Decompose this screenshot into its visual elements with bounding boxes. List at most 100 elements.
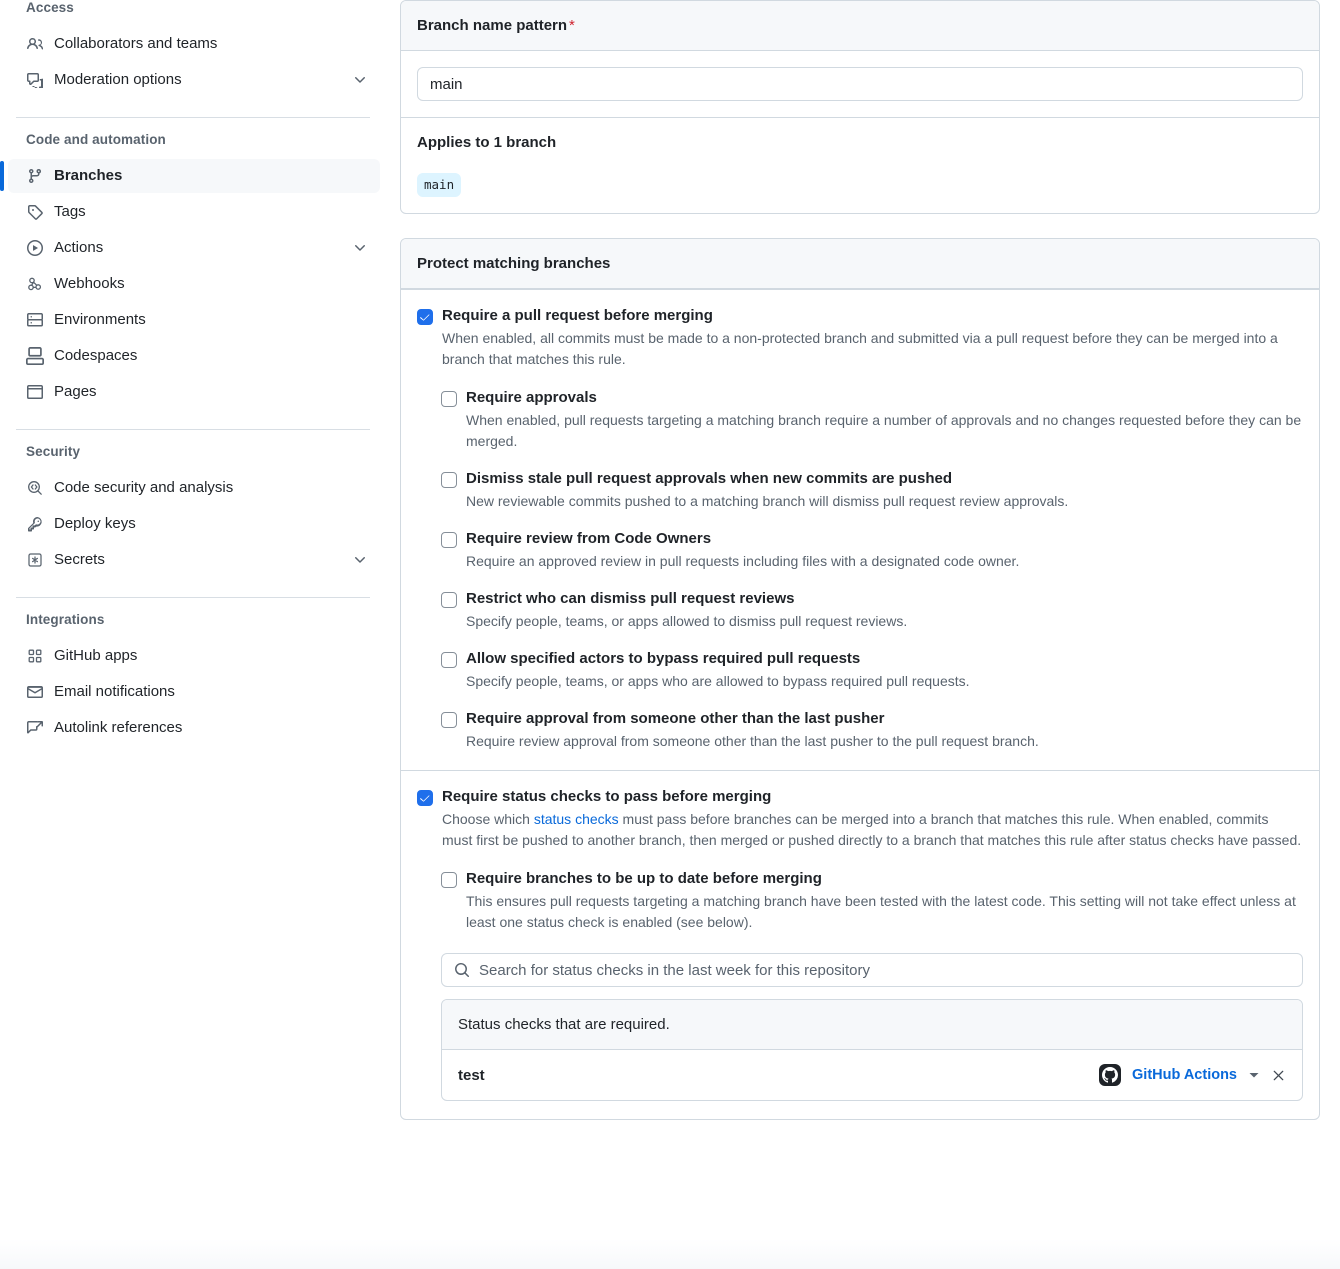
sidebar-item-label: Collaborators and teams [54,35,218,52]
cross-reference-icon [26,719,44,737]
status-check-dropdown-caret-icon[interactable] [1248,1069,1260,1081]
play-circle-icon [26,239,44,257]
sidebar-item-label: Codespaces [54,347,138,364]
restrict-dismiss-reviews-option[interactable]: Restrict who can dismiss pull request re… [441,589,1303,632]
branch-name-pattern-input[interactable] [417,67,1303,101]
sidebar-item-codespaces[interactable]: Codespaces [8,339,380,373]
required-status-checks-panel-header: Status checks that are required. [442,1000,1302,1050]
sidebar-item-collaborators-and-teams[interactable]: Collaborators and teams [8,27,380,61]
sidebar-item-secrets[interactable]: Secrets [8,543,380,577]
tag-icon [26,203,44,221]
require-pull-request-label: Require a pull request before merging [442,307,713,324]
require-code-owners-review-label: Require review from Code Owners [466,530,712,547]
allow-bypass-actors-checkbox[interactable] [441,652,457,668]
settings-page: Access Collaborators and teams Moderatio… [0,0,1340,1269]
sidebar-item-code-security-and-analysis[interactable]: Code security and analysis [8,471,380,505]
branch-name-pattern-card: Branch name pattern* Applies to 1 branch… [400,0,1320,214]
require-branches-up-to-date-label: Require branches to be up to date before… [466,870,822,887]
sidebar-item-label: Code security and analysis [54,479,234,496]
require-pull-request-checkbox[interactable] [417,309,433,325]
allow-bypass-actors-description: Specify people, teams, or apps who are a… [466,673,970,689]
status-checks-search-box[interactable]: Search for status checks in the last wee… [441,953,1303,987]
require-code-owners-review-description: Require an approved review in pull reque… [466,553,1020,569]
require-pull-request-option[interactable]: Require a pull request before merging Wh… [417,306,1303,370]
require-approvals-option[interactable]: Require approvals When enabled, pull req… [441,388,1303,452]
sidebar-item-label: Pages [54,383,97,400]
require-approval-other-than-last-pusher-checkbox[interactable] [441,712,457,728]
sidebar-item-label: Deploy keys [54,515,136,532]
require-status-checks-checkbox[interactable] [417,790,433,806]
status-checks-sub-options: Require branches to be up to date before… [417,869,1303,933]
sidebar-item-deploy-keys[interactable]: Deploy keys [8,507,380,541]
require-code-owners-review-checkbox[interactable] [441,532,457,548]
branch-name-pattern-body [401,51,1319,117]
require-status-checks-option[interactable]: Require status checks to pass before mer… [417,787,1303,851]
status-checks-desc-part1: Choose which [442,811,534,827]
sidebar-item-webhooks[interactable]: Webhooks [8,267,380,301]
status-check-app-name[interactable]: GitHub Actions [1132,1067,1237,1083]
main-content: Branch name pattern* Applies to 1 branch… [390,0,1340,1120]
restrict-dismiss-reviews-checkbox[interactable] [441,592,457,608]
sidebar-group-security: Security Code security and analysis Depl… [8,444,380,585]
comment-discussion-icon [26,71,44,89]
require-pull-request-block: Require a pull request before merging Wh… [401,289,1319,770]
require-approvals-checkbox[interactable] [441,391,457,407]
sidebar-group-title: Security [26,444,81,459]
allow-bypass-actors-label: Allow specified actors to bypass require… [466,650,861,667]
pull-request-sub-options: Require approvals When enabled, pull req… [417,388,1303,752]
status-check-row: test GitHub Actions [442,1050,1302,1100]
sidebar-item-environments[interactable]: Environments [8,303,380,337]
sidebar-item-label: Email notifications [54,683,175,700]
apps-grid-icon [26,647,44,665]
branch-name-pattern-header: Branch name pattern * [401,1,1319,51]
require-pull-request-description: When enabled, all commits must be made t… [442,330,1278,367]
sidebar-item-actions[interactable]: Actions [8,231,380,265]
remove-status-check-icon[interactable] [1271,1068,1286,1083]
require-approval-other-than-last-pusher-description: Require review approval from someone oth… [466,733,1039,749]
webhook-icon [26,275,44,293]
sidebar-divider [16,429,370,430]
git-branch-icon [26,167,44,185]
chevron-down-icon[interactable] [352,552,368,568]
require-branches-up-to-date-description: This ensures pull requests targeting a m… [466,893,1296,930]
allow-bypass-actors-option[interactable]: Allow specified actors to bypass require… [441,649,1303,692]
dismiss-stale-approvals-option[interactable]: Dismiss stale pull request approvals whe… [441,469,1303,512]
sidebar-group-title: Access [26,0,74,15]
sidebar-item-tags[interactable]: Tags [8,195,380,229]
require-status-checks-label: Require status checks to pass before mer… [442,788,772,805]
sidebar-item-github-apps[interactable]: GitHub apps [8,639,380,673]
sidebar-group-title: Code and automation [26,132,166,147]
protect-matching-branches-header: Protect matching branches [401,239,1319,289]
branch-name-pattern-title: Branch name pattern [417,17,568,34]
codescan-icon [26,479,44,497]
require-approval-other-than-last-pusher-option[interactable]: Require approval from someone other than… [441,709,1303,752]
dismiss-stale-approvals-checkbox[interactable] [441,472,457,488]
status-checks-search-area: Search for status checks in the last wee… [417,953,1303,1101]
require-branches-up-to-date-option[interactable]: Require branches to be up to date before… [441,869,1303,933]
sidebar-item-moderation-options[interactable]: Moderation options [8,63,380,97]
chevron-down-icon[interactable] [352,240,368,256]
sidebar-divider [16,117,370,118]
settings-sidebar: Access Collaborators and teams Moderatio… [0,0,390,753]
require-branches-up-to-date-checkbox[interactable] [441,872,457,888]
protect-matching-branches-card: Protect matching branches Require a pull… [400,238,1320,1120]
asterisk-box-icon [26,551,44,569]
require-approvals-label: Require approvals [466,389,597,406]
sidebar-group-integrations: Integrations GitHub apps Email notificat… [8,612,380,753]
chevron-down-icon[interactable] [352,72,368,88]
sidebar-item-label: Tags [54,203,86,220]
sidebar-item-email-notifications[interactable]: Email notifications [8,675,380,709]
sidebar-group-access: Access Collaborators and teams Moderatio… [8,0,380,105]
require-code-owners-review-option[interactable]: Require review from Code Owners Require … [441,529,1303,572]
sidebar-item-autolink-references[interactable]: Autolink references [8,711,380,745]
status-checks-link[interactable]: status checks [534,811,619,827]
sidebar-divider [16,597,370,598]
required-marker: * [569,17,575,34]
search-icon [454,962,470,978]
sidebar-item-pages[interactable]: Pages [8,375,380,409]
sidebar-item-branches[interactable]: Branches [0,159,380,193]
sidebar-item-label: Webhooks [54,275,125,292]
key-icon [26,515,44,533]
sidebar-item-label: Autolink references [54,719,183,736]
restrict-dismiss-reviews-label: Restrict who can dismiss pull request re… [466,590,795,607]
